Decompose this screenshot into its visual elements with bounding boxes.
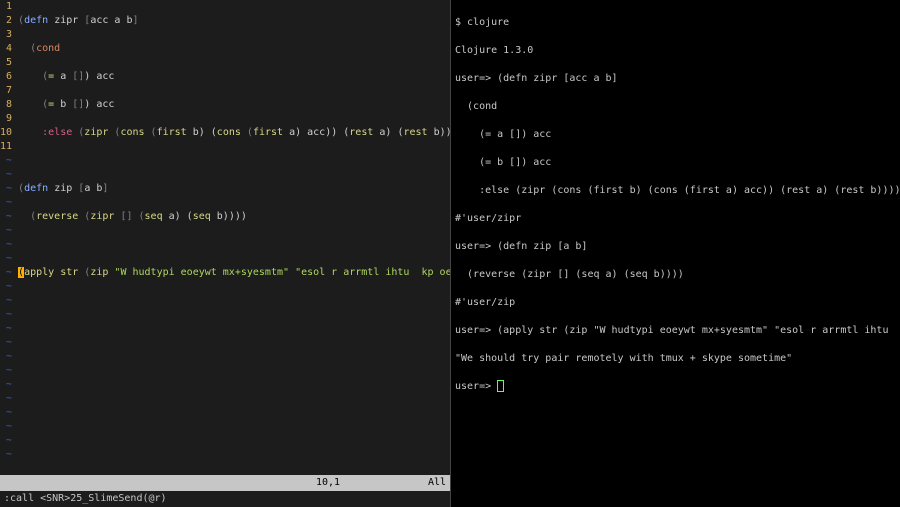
repl-line: (= b []) acc	[455, 156, 896, 170]
repl-line: (reverse (zipr [] (seq a) (seq b))))	[455, 268, 896, 282]
line-number: 3	[0, 28, 12, 42]
code-line[interactable]: (cond	[18, 42, 450, 56]
empty-line-tilde: ~	[0, 266, 12, 280]
code-line[interactable]: (defn zipr [acc a b]	[18, 14, 450, 28]
code-area[interactable]: (defn zipr [acc a b] (cond (= a []) acc …	[18, 0, 450, 475]
code-line[interactable]	[18, 294, 450, 308]
empty-line-tilde: ~	[0, 434, 12, 448]
repl-line: #'user/zip	[455, 296, 896, 310]
editor-area[interactable]: 1 2 3 4 5 6 7 8 9 10 11 ~ ~ ~ ~ ~ ~ ~ ~ …	[0, 0, 450, 475]
code-line[interactable]: :else (zipr (cons (first b) (cons (first…	[18, 126, 450, 140]
code-line[interactable]: (defn zip [a b]	[18, 182, 450, 196]
code-line-cursor[interactable]: (apply str (zip "W hudtypi eoeywt mx+sye…	[18, 266, 450, 280]
repl-prompt-line[interactable]: user=>	[455, 380, 896, 394]
vim-status-line: 10,1 All	[0, 475, 450, 491]
line-number: 6	[0, 70, 12, 84]
repl-line: "We should try pair remotely with tmux +…	[455, 352, 896, 366]
empty-line-tilde: ~	[0, 448, 12, 462]
empty-line-tilde: ~	[0, 336, 12, 350]
line-number: 5	[0, 56, 12, 70]
command-text: :call <SNR>25_SlimeSend(@r)	[4, 492, 167, 506]
repl-line: (cond	[455, 100, 896, 114]
line-number: 2	[0, 14, 12, 28]
empty-line-tilde: ~	[0, 350, 12, 364]
empty-line-tilde: ~	[0, 182, 12, 196]
repl-line: (= a []) acc	[455, 128, 896, 142]
status-percent: All	[406, 476, 446, 490]
empty-line-tilde: ~	[0, 280, 12, 294]
line-number: 1	[0, 0, 12, 14]
empty-line-tilde: ~	[0, 420, 12, 434]
empty-line-tilde: ~	[0, 224, 12, 238]
empty-line-tilde: ~	[0, 210, 12, 224]
vim-command-line[interactable]: :call <SNR>25_SlimeSend(@r)	[0, 491, 450, 507]
repl-line: user=> (defn zipr [acc a b]	[455, 72, 896, 86]
empty-line-tilde: ~	[0, 364, 12, 378]
empty-line-tilde: ~	[0, 308, 12, 322]
code-line[interactable]	[18, 154, 450, 168]
status-position: 10,1	[316, 476, 406, 490]
repl-terminal-pane[interactable]: $ clojure Clojure 1.3.0 user=> (defn zip…	[450, 0, 900, 507]
code-line[interactable]	[18, 238, 450, 252]
empty-line-tilde: ~	[0, 392, 12, 406]
terminal-cursor	[497, 380, 504, 392]
repl-line: user=> (apply str (zip "W hudtypi eoeywt…	[455, 324, 896, 338]
empty-line-tilde: ~	[0, 238, 12, 252]
line-number: 9	[0, 112, 12, 126]
repl-line: $ clojure	[455, 16, 896, 30]
code-line[interactable]: (= a []) acc	[18, 70, 450, 84]
empty-line-tilde: ~	[0, 252, 12, 266]
repl-line: #'user/zipr	[455, 212, 896, 226]
code-line[interactable]: (reverse (zipr [] (seq a) (seq b))))	[18, 210, 450, 224]
empty-line-tilde: ~	[0, 378, 12, 392]
line-number: 11	[0, 140, 12, 154]
vim-editor-pane[interactable]: 1 2 3 4 5 6 7 8 9 10 11 ~ ~ ~ ~ ~ ~ ~ ~ …	[0, 0, 450, 507]
repl-line: :else (zipr (cons (first b) (cons (first…	[455, 184, 896, 198]
empty-line-tilde: ~	[0, 196, 12, 210]
empty-line-tilde: ~	[0, 154, 12, 168]
line-number: 4	[0, 42, 12, 56]
line-number: 7	[0, 84, 12, 98]
code-line[interactable]: (= b []) acc	[18, 98, 450, 112]
repl-line: user=> (defn zip [a b]	[455, 240, 896, 254]
line-number: 10	[0, 126, 12, 140]
empty-line-tilde: ~	[0, 322, 12, 336]
empty-line-tilde: ~	[0, 294, 12, 308]
empty-line-tilde: ~	[0, 406, 12, 420]
repl-line: Clojure 1.3.0	[455, 44, 896, 58]
empty-line-tilde: ~	[0, 168, 12, 182]
line-number-gutter: 1 2 3 4 5 6 7 8 9 10 11 ~ ~ ~ ~ ~ ~ ~ ~ …	[0, 0, 18, 475]
line-number: 8	[0, 98, 12, 112]
